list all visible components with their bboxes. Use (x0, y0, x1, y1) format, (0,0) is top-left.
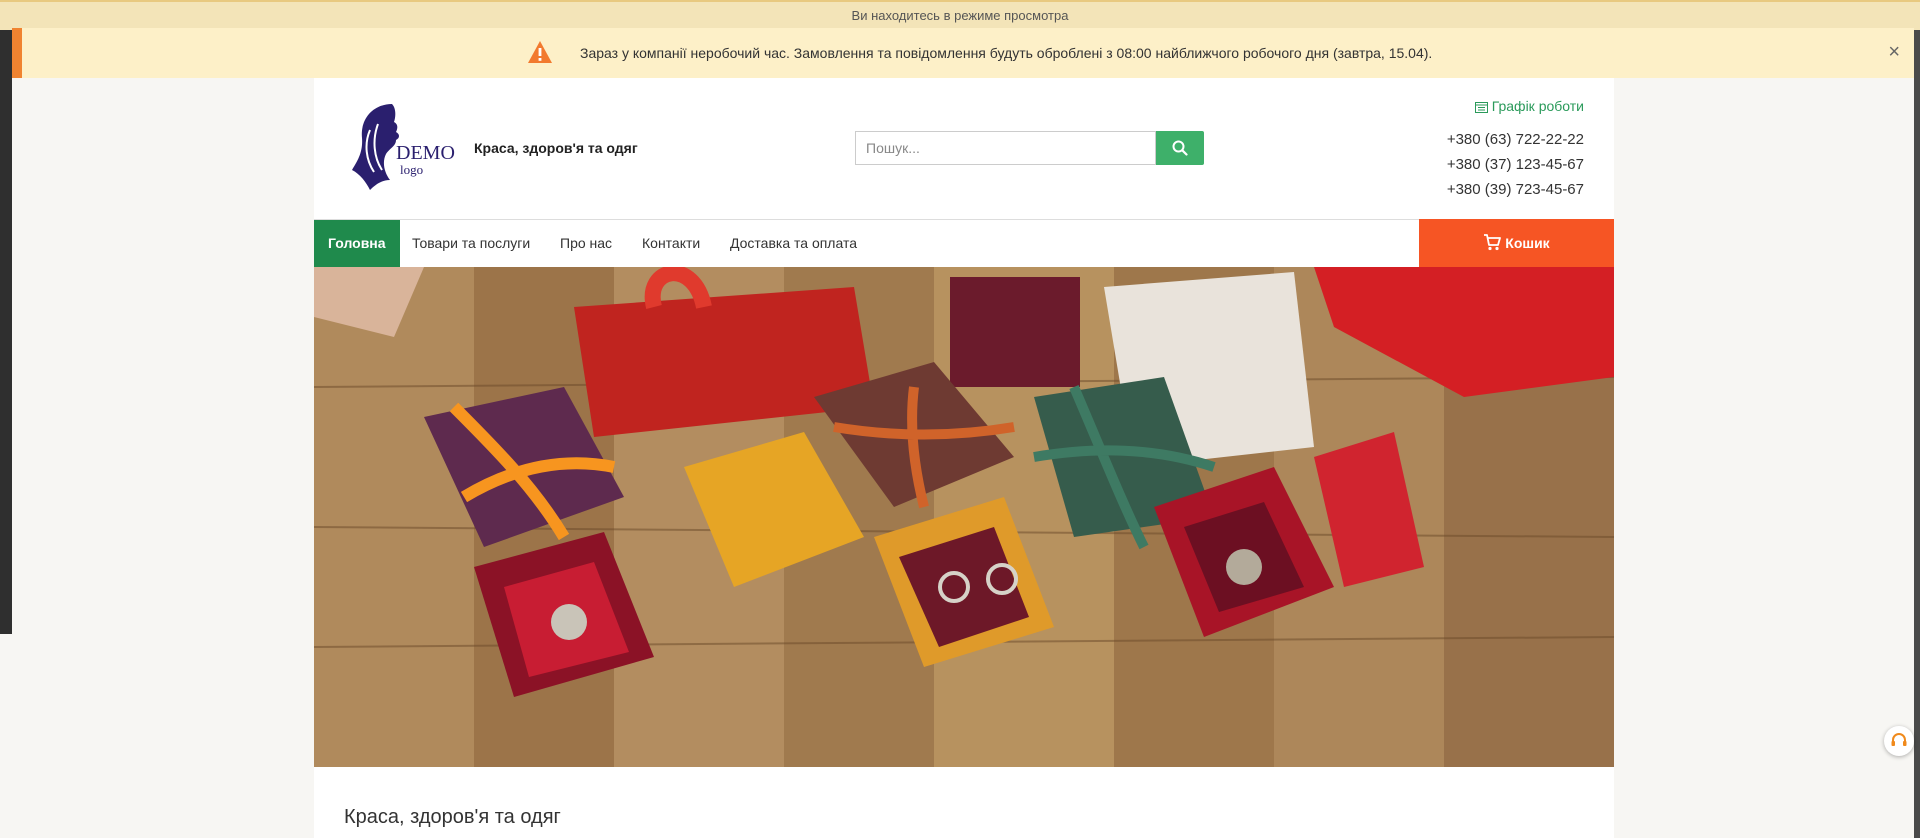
site-tagline: Краса, здоров'я та одяг (474, 140, 638, 156)
non-working-hours-notice: Зараз у компанії неробочий час. Замовлен… (12, 28, 1914, 78)
cart-button[interactable]: Кошик (1419, 219, 1614, 267)
nav-item-about[interactable]: Про нас (560, 220, 612, 267)
cart-icon (1484, 234, 1502, 251)
phone-number[interactable]: +380 (39) 723-45-67 (1447, 177, 1584, 202)
nav-item-delivery[interactable]: Доставка та оплата (730, 220, 857, 267)
page-title: Краса, здоров'я та одяг (344, 806, 561, 828)
search-button[interactable] (1156, 131, 1204, 165)
warning-icon (528, 41, 552, 63)
logo-subtext: logo (400, 162, 424, 177)
jewelry-gift-boxes-image (314, 267, 1614, 767)
cart-label: Кошик (1505, 235, 1550, 251)
schedule-link[interactable]: Графік роботи (1474, 98, 1584, 114)
page-container: DEMO logo Краса, здоров'я та одяг Графік… (314, 78, 1614, 838)
left-edge-strip (0, 0, 12, 634)
logo[interactable]: DEMO logo (344, 100, 462, 192)
support-chat-button[interactable] (1884, 726, 1914, 756)
nav-item-home[interactable]: Головна (314, 220, 400, 267)
phone-number[interactable]: +380 (63) 722-22-22 (1447, 127, 1584, 152)
hero-banner (314, 267, 1614, 767)
calendar-icon (1474, 102, 1488, 113)
preview-mode-bar: Ви находитесь в режиме просмотра (0, 0, 1920, 30)
phone-list: +380 (63) 722-22-22 +380 (37) 123-45-67 … (1447, 127, 1584, 202)
phone-number[interactable]: +380 (37) 123-45-67 (1447, 152, 1584, 177)
headset-icon (1891, 733, 1907, 746)
nav-item-products[interactable]: Товари та послуги (412, 220, 530, 267)
search-icon (1172, 140, 1188, 156)
nav-item-contacts[interactable]: Контакти (642, 220, 700, 267)
schedule-label: Графік роботи (1491, 98, 1584, 114)
close-icon[interactable]: × (1888, 41, 1900, 64)
scrollbar[interactable] (1914, 0, 1920, 838)
search-input[interactable] (855, 131, 1156, 165)
notice-text: Зараз у компанії неробочий час. Замовлен… (580, 45, 1433, 61)
search-box (855, 131, 1204, 165)
